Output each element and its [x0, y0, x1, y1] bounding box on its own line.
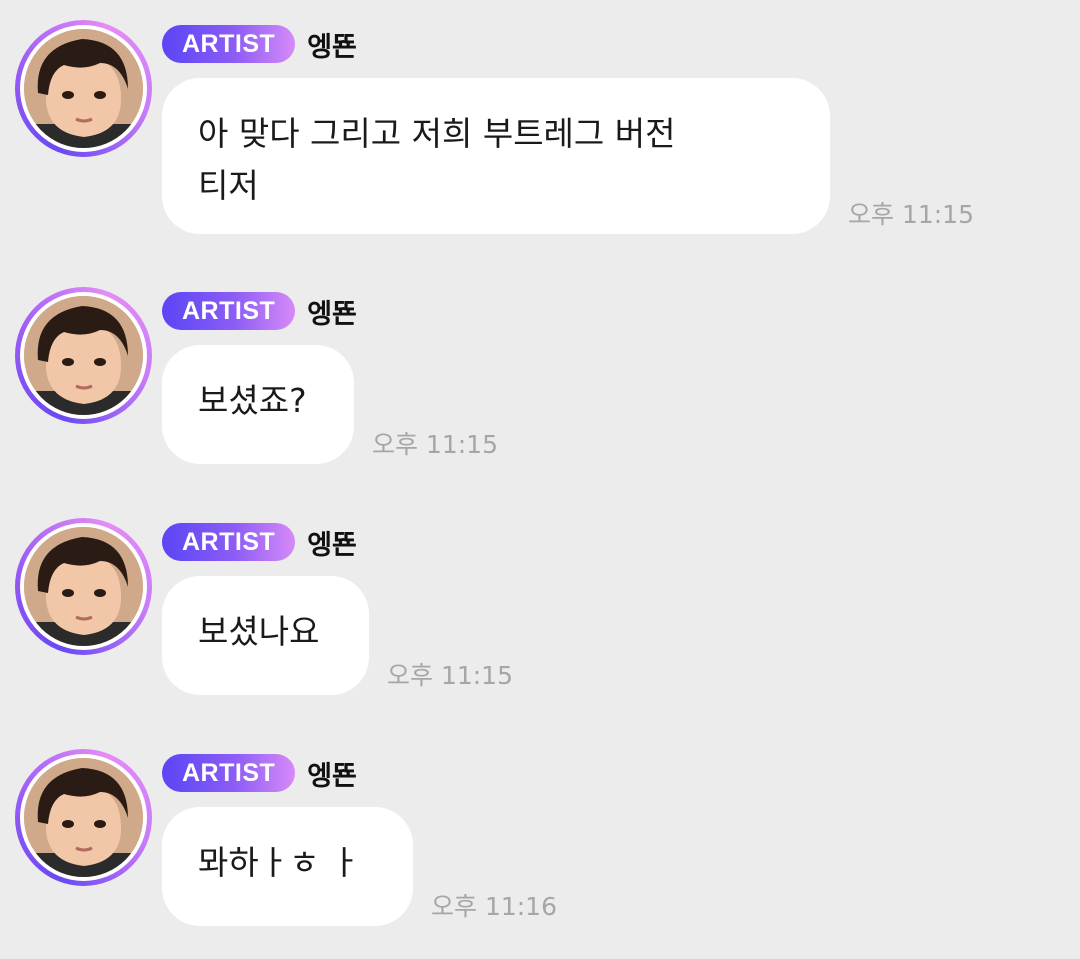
message-text-line: 아 맞다 그리고 저희 부트레그 버전: [198, 114, 676, 153]
message-text-line: 보셨죠?: [198, 381, 307, 420]
message-timestamp: 오후 11:15: [848, 200, 974, 229]
message-timestamp: 오후 11:15: [387, 661, 513, 690]
avatar[interactable]: [15, 749, 152, 886]
message-bubble[interactable]: 아 맞다 그리고 저희 부트레그 버전 티저: [162, 78, 830, 234]
message-bubble[interactable]: 보셨죠?: [162, 345, 354, 464]
artist-badge: ARTIST: [162, 523, 296, 561]
sender-name[interactable]: 엥뚄: [307, 25, 357, 64]
avatar-photo: [24, 758, 143, 877]
avatar-photo: [24, 29, 143, 148]
sender-name[interactable]: 엥뚄: [307, 754, 357, 793]
message-text-line: 티저: [198, 166, 259, 205]
artist-badge: ARTIST: [162, 25, 296, 63]
sender-name[interactable]: 엥뚄: [307, 523, 357, 562]
message-bubble[interactable]: 뫄하ㅏㅎ ㅏ: [162, 807, 413, 926]
avatar[interactable]: [15, 20, 152, 157]
message-timestamp: 오후 11:15: [372, 430, 498, 459]
avatar[interactable]: [15, 518, 152, 655]
message-bubble[interactable]: 보셨나요: [162, 576, 369, 695]
chat-thread: ARTIST 엥뚄 아 맞다 그리고 저희 부트레그 버전 티저 오후 11:1…: [0, 0, 1080, 959]
artist-badge: ARTIST: [162, 292, 296, 330]
sender-name[interactable]: 엥뚄: [307, 292, 357, 331]
avatar-photo: [24, 527, 143, 646]
message-text-line: 뫄하ㅏㅎ ㅏ: [198, 843, 361, 882]
avatar[interactable]: [15, 287, 152, 424]
avatar-photo: [24, 296, 143, 415]
message-timestamp: 오후 11:16: [431, 892, 557, 921]
message-text-line: 보셨나요: [198, 612, 320, 651]
artist-badge: ARTIST: [162, 754, 296, 792]
